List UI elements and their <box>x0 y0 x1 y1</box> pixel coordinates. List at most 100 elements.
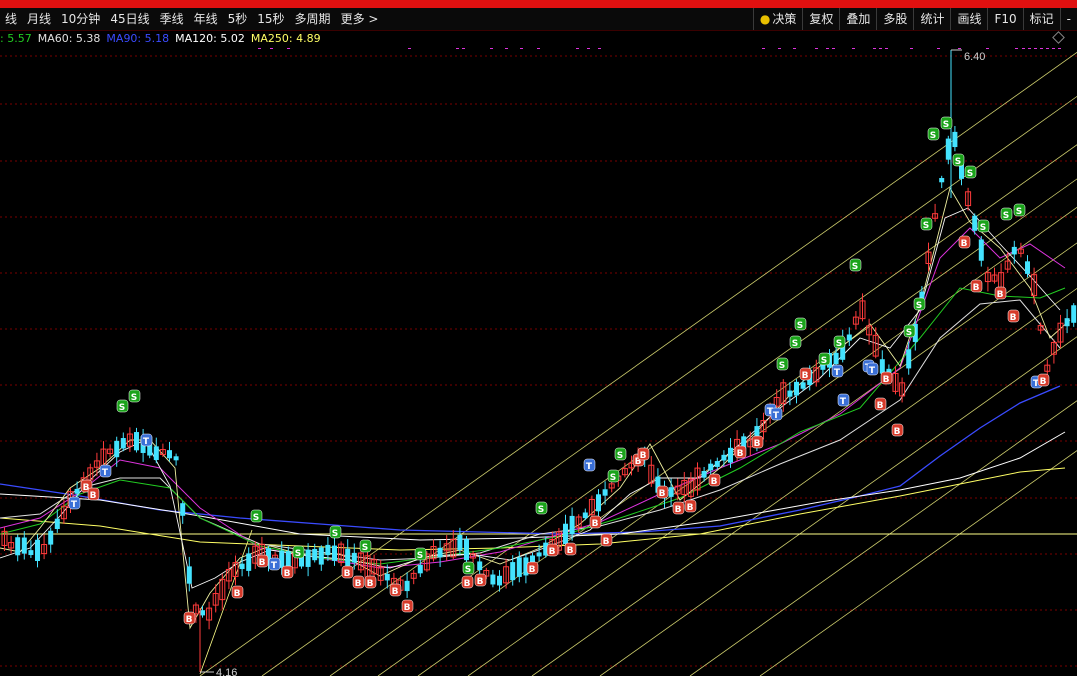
badge-letter: S <box>852 262 858 272</box>
candle-body <box>906 349 912 369</box>
tab-5sec[interactable]: 5秒 <box>223 8 253 30</box>
badge-letter: T <box>71 500 78 510</box>
mark-button[interactable]: 标记 <box>1022 8 1060 30</box>
candle-body <box>417 564 423 574</box>
badge-letter: B <box>404 603 411 613</box>
signal-b-badge: B <box>994 286 1007 300</box>
draw-line-button[interactable]: 画线 <box>950 8 987 30</box>
candle <box>582 508 588 521</box>
candle <box>107 444 114 458</box>
signal-s-badge: S <box>250 509 263 523</box>
candle-body <box>1025 261 1030 274</box>
candle-body <box>167 450 172 459</box>
candle <box>410 570 417 585</box>
candle-body <box>28 550 34 556</box>
tab-day[interactable]: 线 <box>0 8 22 30</box>
candlestick-chart[interactable]: SSBBTTTBBSB TBSSBBSBBBSSB BBSB BTBBSSBBBB BB… <box>0 48 1077 676</box>
signal-b-badge: B <box>684 499 697 513</box>
signal-s-badge: S <box>292 545 305 559</box>
candle <box>345 539 351 571</box>
ma250-value: MA250: 4.89 <box>250 32 321 45</box>
candle <box>404 572 410 598</box>
channel-line <box>199 529 253 675</box>
candle <box>28 540 34 558</box>
candle-body <box>120 438 126 449</box>
candle-body <box>318 547 324 565</box>
candle-body <box>978 239 984 261</box>
tab-10min[interactable]: 10分钟 <box>56 8 105 30</box>
candle-body <box>708 463 714 471</box>
channel-line <box>467 242 1077 676</box>
top-marker-dot <box>852 48 855 49</box>
badge-letter: B <box>392 587 399 597</box>
candle-body <box>1071 305 1077 323</box>
f10-button[interactable]: F10 <box>987 8 1022 30</box>
top-marker-dot <box>937 48 940 49</box>
badge-letter: S <box>916 301 922 311</box>
top-marker-dot <box>598 48 601 49</box>
tab-year[interactable]: 年线 <box>189 8 223 30</box>
badge-letter: S <box>943 120 949 130</box>
tool-buttons: ● 决策 复权 叠加 多股 统计 画线 F10 标记 - <box>752 8 1077 30</box>
statistics-button[interactable]: 统计 <box>913 8 950 30</box>
badge-letter: S <box>967 169 973 179</box>
signal-s-badge: S <box>359 539 372 553</box>
candle-body <box>582 512 588 519</box>
tab-45day[interactable]: 45日线 <box>105 8 154 30</box>
top-marker-dot <box>456 48 459 49</box>
candle <box>714 457 720 470</box>
badge-letter: S <box>792 339 798 349</box>
candle-body <box>54 518 60 530</box>
candle <box>219 573 226 610</box>
tab-15sec[interactable]: 15秒 <box>252 8 289 30</box>
diamond-icon[interactable] <box>1052 31 1065 44</box>
badge-letter: B <box>603 537 610 547</box>
tab-multi-period[interactable]: 多周期 <box>290 8 336 30</box>
candle-body <box>74 488 80 494</box>
candle <box>180 501 186 524</box>
candle <box>35 534 40 568</box>
signal-s-badge: S <box>952 153 965 167</box>
candle-body <box>239 563 245 570</box>
tab-more[interactable]: 更多 > <box>336 8 384 30</box>
channel-line <box>199 51 1077 676</box>
badge-letter: S <box>332 529 338 539</box>
badge-letter: T <box>271 561 278 571</box>
candle <box>1025 255 1030 278</box>
badge-letter: S <box>923 221 929 231</box>
minimize-button[interactable]: - <box>1059 8 1077 30</box>
candle-body <box>1011 246 1017 255</box>
badge-letter: T <box>840 397 847 407</box>
signal-t-badge: T <box>837 393 850 407</box>
badge-letter: S <box>821 356 827 366</box>
top-marker-dot <box>986 48 989 49</box>
badge-letter: S <box>836 339 842 349</box>
signal-b-badge: B <box>1037 373 1050 387</box>
low-price-label: 4.16 <box>216 667 237 676</box>
badge-letter: B <box>883 375 890 385</box>
candle <box>93 452 100 477</box>
signal-b-badge: B <box>231 585 244 599</box>
overlay-button[interactable]: 叠加 <box>839 8 876 30</box>
decision-button[interactable]: ● 决策 <box>752 8 803 30</box>
candle-body <box>846 334 852 341</box>
candle-body <box>490 574 496 585</box>
candle <box>945 135 951 165</box>
badge-letter: B <box>997 290 1004 300</box>
multi-stock-button[interactable]: 多股 <box>876 8 913 30</box>
candle <box>417 558 423 578</box>
top-marker-dot <box>762 48 765 49</box>
ma-short-value: : 5.57 <box>0 32 32 45</box>
badge-letter: S <box>253 513 259 523</box>
candle-body <box>437 547 443 558</box>
candle-body <box>457 534 463 550</box>
signal-s-badge: S <box>1013 203 1026 217</box>
top-marker-dot <box>462 48 465 49</box>
restore-rights-button[interactable]: 复权 <box>802 8 839 30</box>
grid-lines <box>0 55 1077 667</box>
badge-letter: S <box>295 549 301 559</box>
tab-month[interactable]: 月线 <box>22 8 56 30</box>
badge-letter: B <box>802 371 809 381</box>
tab-quarter[interactable]: 季线 <box>155 8 189 30</box>
top-marker-dot <box>587 48 590 49</box>
